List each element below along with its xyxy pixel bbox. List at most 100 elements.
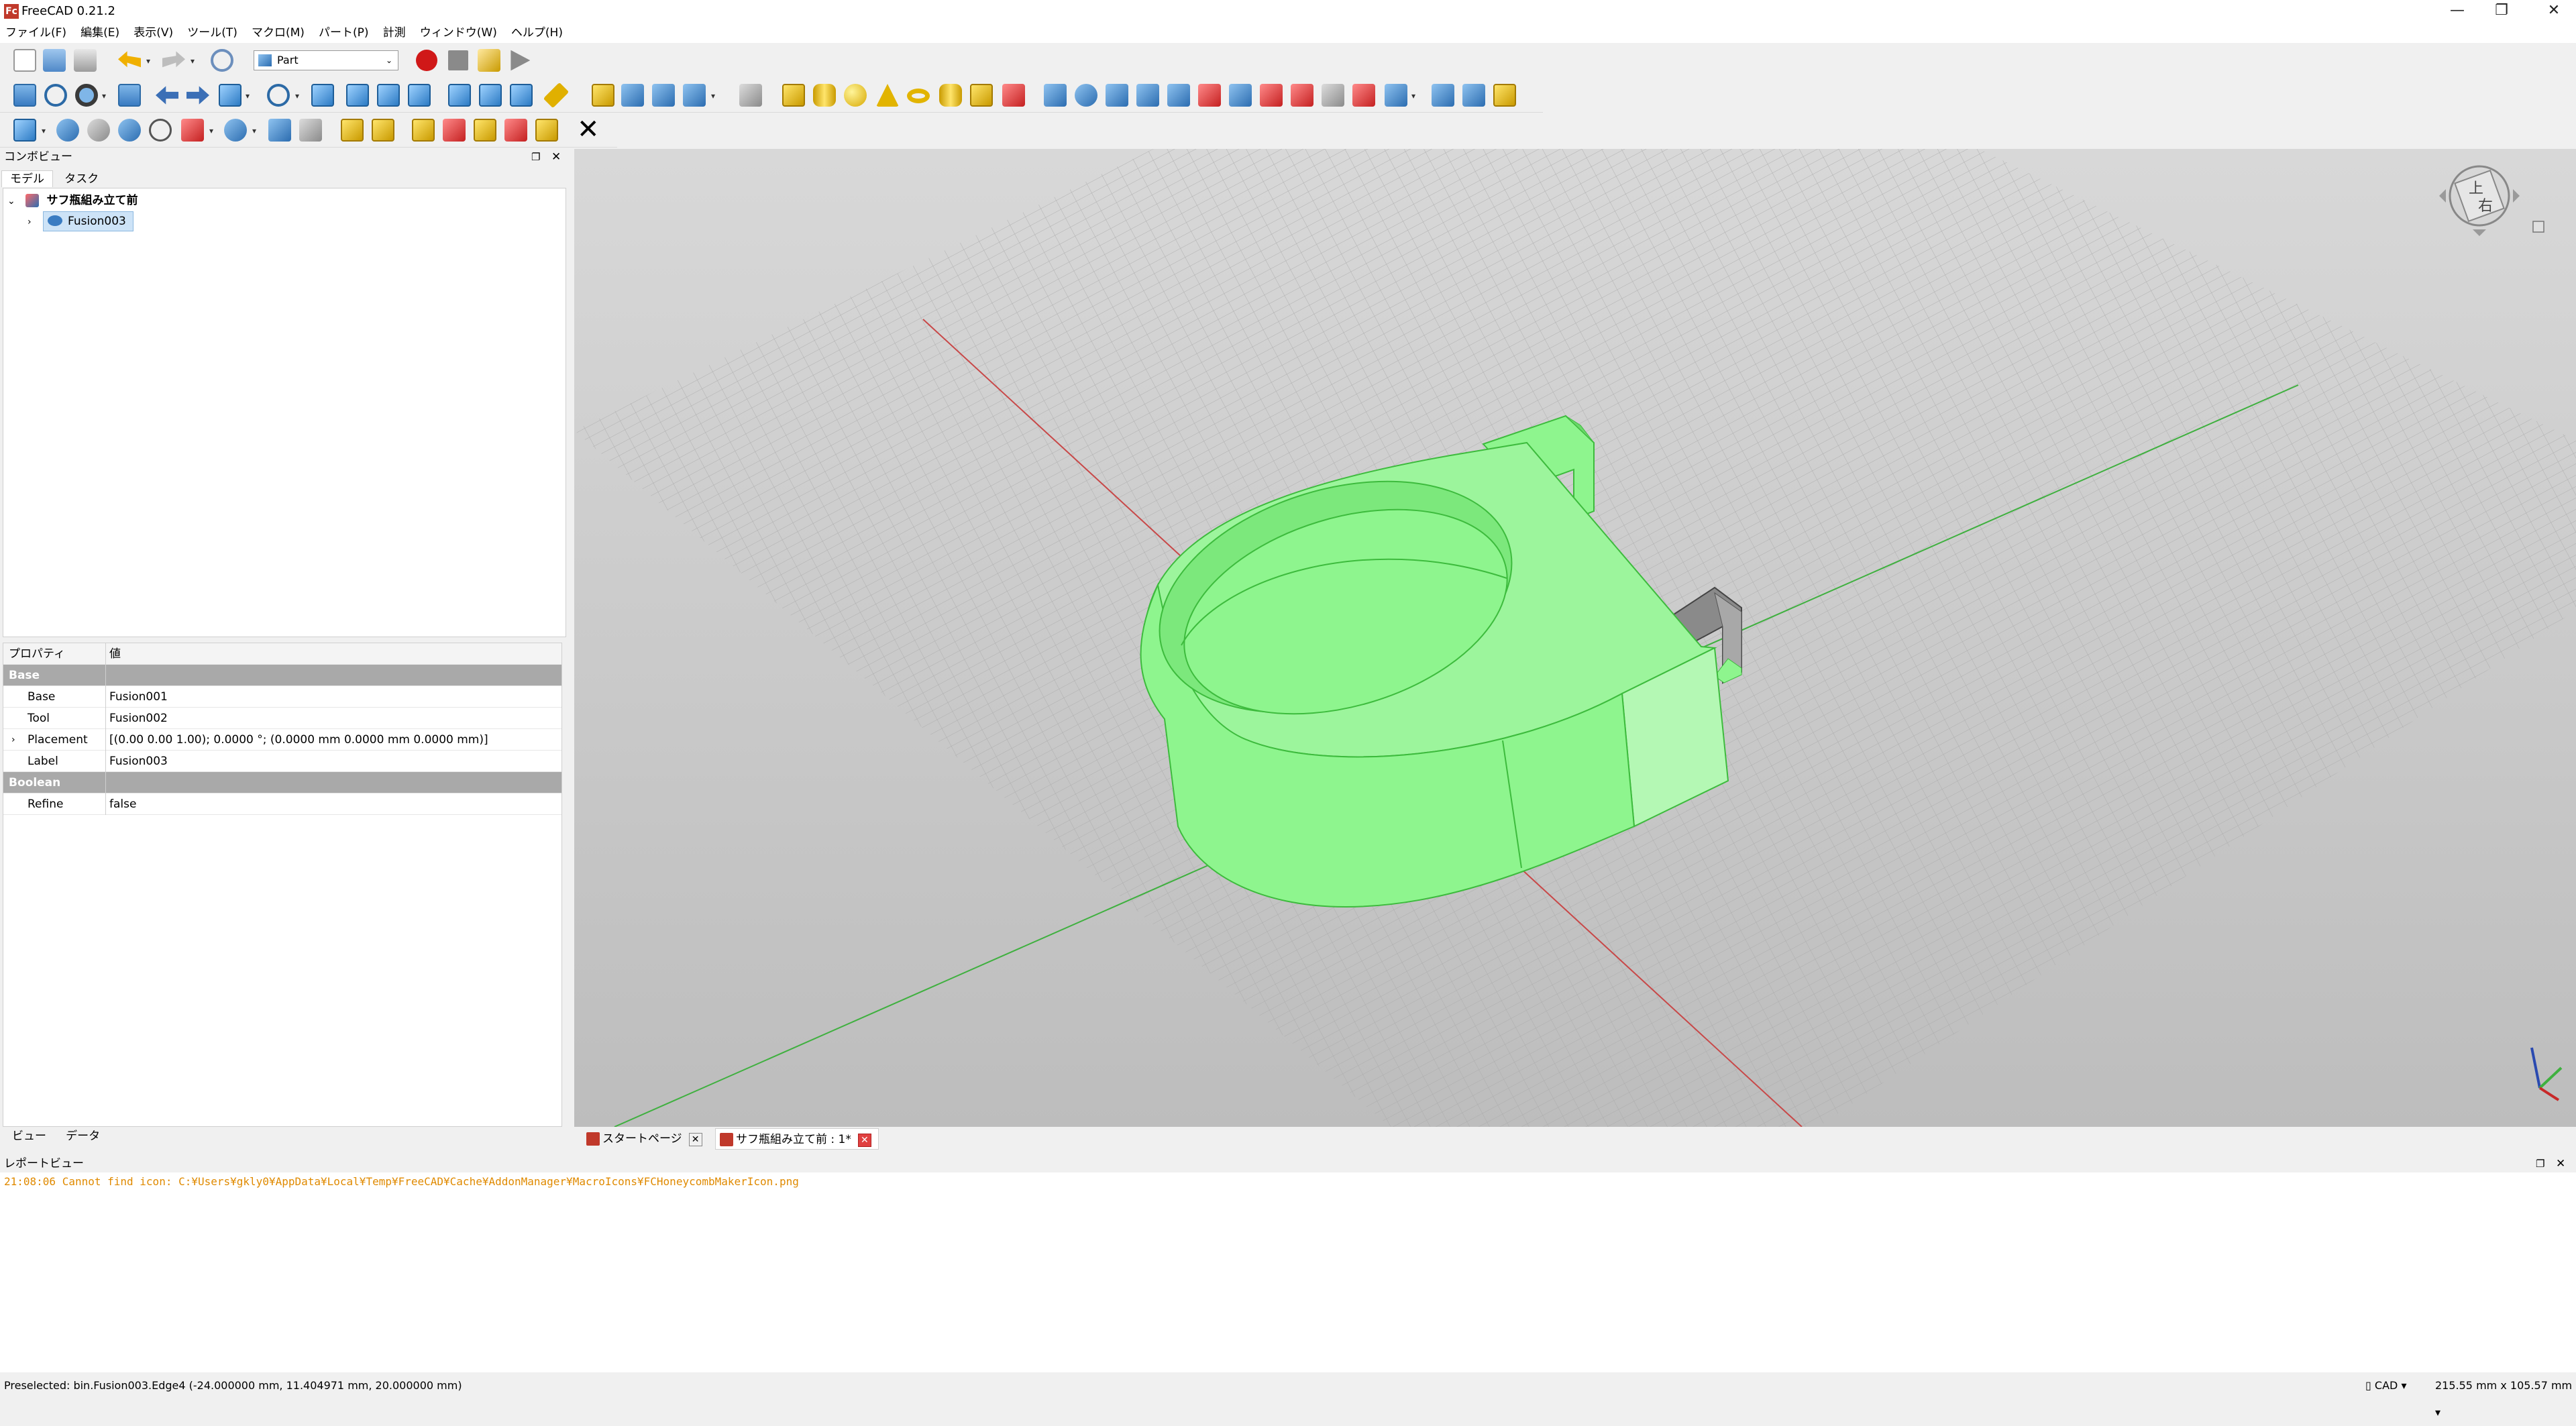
report-view[interactable]: 21:08:06 Cannot find icon: C:¥Users¥gkly… [0,1172,2576,1372]
menu-edit[interactable]: 編集(E) [75,23,125,43]
thickness-icon[interactable] [1432,84,1454,107]
property-value[interactable]: [(0.00 0.00 1.00); 0.0000 °; (0.0000 mm … [109,729,488,751]
export-shape-icon[interactable] [683,84,706,107]
check-geometry-icon[interactable] [268,119,291,142]
zoom-icon[interactable] [267,84,290,107]
whats-this-icon[interactable] [739,84,762,107]
create-shape-icon[interactable] [652,84,675,107]
navigation-style-selector[interactable]: ▯ CAD ▾ [2365,1372,2406,1399]
cross-sections-icon[interactable] [1352,84,1375,107]
clear-all-icon[interactable] [443,119,466,142]
export-dropdown-icon[interactable]: ▾ [711,91,715,101]
menu-help[interactable]: ヘルプ(H) [506,23,568,43]
tab-view[interactable]: ビュー [4,1128,54,1144]
std-views-icon[interactable] [219,84,241,107]
property-value[interactable]: Fusion002 [109,708,168,729]
common-icon[interactable] [149,119,172,142]
toggle-all-icon[interactable] [474,119,496,142]
split-dropdown-icon[interactable]: ▾ [252,126,256,135]
loft-icon[interactable] [1260,84,1283,107]
boolean-icon[interactable] [56,119,79,142]
shape-builder-icon[interactable] [621,84,644,107]
back-icon[interactable] [156,86,178,105]
save-icon[interactable] [74,49,97,72]
record-macro-icon[interactable] [416,50,437,71]
undo-icon[interactable] [118,51,141,68]
property-row-refine[interactable]: Refine false [3,793,561,815]
std-views-dropdown-icon[interactable]: ▾ [246,91,250,101]
defeaturing-icon[interactable] [299,119,322,142]
draw-style-dropdown-icon[interactable]: ▾ [102,91,106,101]
tab-model[interactable]: モデル [1,170,53,187]
open-icon[interactable] [43,49,66,72]
undo-dropdown-icon[interactable]: ▾ [146,56,150,66]
measure-angular-icon[interactable] [372,119,394,142]
chevron-right-icon[interactable]: › [11,729,15,751]
close-panel-icon[interactable]: ✕ [2556,1155,2565,1172]
property-value[interactable]: Fusion003 [109,751,168,772]
menu-measure[interactable]: 計測 [378,23,411,43]
fit-selection-icon[interactable] [44,84,67,107]
close-tab-icon[interactable]: ✕ [688,1133,702,1146]
split-icon[interactable] [224,119,247,142]
forward-icon[interactable] [186,86,209,105]
close-tab-icon[interactable]: ✕ [857,1134,871,1147]
macros-icon[interactable] [478,49,500,72]
menu-window[interactable]: ウィンドウ(W) [415,23,502,43]
tab-data[interactable]: データ [58,1128,108,1144]
stop-macro-icon[interactable] [448,50,468,70]
fillet-icon[interactable] [1136,84,1159,107]
menu-file[interactable]: ファイル(F) [0,23,72,43]
primitives-icon[interactable] [970,84,993,107]
new-file-icon[interactable] [13,49,36,72]
extrude-icon[interactable] [1044,84,1067,107]
cut-icon[interactable] [87,119,110,142]
execute-macro-icon[interactable] [511,50,531,71]
chevron-right-icon[interactable]: › [28,217,32,227]
draw-style-icon[interactable] [75,84,98,107]
menu-macro[interactable]: マクロ(M) [246,23,310,43]
rear-view-icon[interactable] [448,84,471,107]
workbench-selector[interactable]: Part ⌄ [254,50,398,70]
top-view-icon[interactable] [377,84,400,107]
close-button[interactable]: ✕ [2532,0,2576,23]
dimension-readout[interactable]: 215.55 mm x 105.57 mm ▾ [2435,1372,2576,1426]
property-group-base[interactable]: Base [3,665,561,686]
toggle-3d-icon[interactable] [504,119,527,142]
cylinder-icon[interactable] [813,84,836,107]
tab-start-page[interactable]: スタートページ ✕ [582,1128,709,1150]
measure-refresh-icon[interactable] [412,119,435,142]
measure-linear-icon[interactable] [341,119,364,142]
part-primitives-icon[interactable] [592,84,614,107]
close-panel-icon[interactable]: ✕ [551,149,561,165]
fuse-icon[interactable] [118,119,141,142]
join-dropdown-icon[interactable]: ▾ [209,126,213,135]
left-view-icon[interactable] [510,84,533,107]
chamfer-icon[interactable] [1167,84,1190,107]
tube-icon[interactable] [939,84,962,107]
offset-icon[interactable] [1385,84,1407,107]
refresh-icon[interactable] [211,49,233,72]
tab-task[interactable]: タスク [56,171,107,187]
isometric-icon[interactable] [311,84,334,107]
property-value[interactable]: Fusion001 [109,686,168,708]
redo-dropdown-icon[interactable]: ▾ [191,56,195,66]
float-panel-icon[interactable]: ❐ [2536,1155,2544,1172]
scene-canvas[interactable]: 上 右 [574,149,2576,1127]
menu-tools[interactable]: ツール(T) [182,23,243,43]
revolve-icon[interactable] [1075,84,1097,107]
property-row-placement[interactable]: › Placement [(0.00 0.00 1.00); 0.0000 °;… [3,729,561,751]
box-icon[interactable] [782,84,805,107]
offset-dropdown-icon[interactable]: ▾ [1411,91,1415,101]
tree-document-row[interactable]: ⌄ サフ瓶組み立て前 [7,191,138,211]
sphere-icon[interactable] [844,84,867,107]
section-icon[interactable] [1322,84,1344,107]
menu-view[interactable]: 表示(V) [128,23,178,43]
property-group-boolean[interactable]: Boolean [3,772,561,793]
restore-button[interactable]: ❐ [2479,0,2524,23]
mirror-icon[interactable] [1106,84,1128,107]
bottom-view-icon[interactable] [479,84,502,107]
property-row-tool[interactable]: Tool Fusion002 [3,708,561,729]
property-row-label[interactable]: Label Fusion003 [3,751,561,772]
float-panel-icon[interactable]: ❐ [531,149,540,165]
